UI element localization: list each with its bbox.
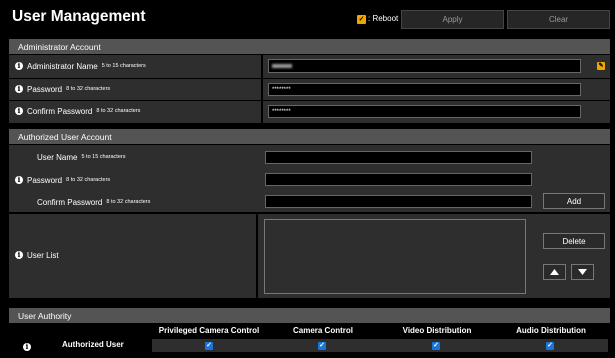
authorized-password-field[interactable] xyxy=(265,173,532,186)
authority-checkbox-row xyxy=(152,339,608,352)
info-icon: i xyxy=(15,62,23,70)
edit-icon[interactable]: ✎ xyxy=(597,62,605,70)
admin-password-label: i Password 8 to 32 characters xyxy=(15,84,110,94)
userlist-box[interactable] xyxy=(264,219,526,294)
info-icon: i xyxy=(23,343,31,351)
authorized-section-title: Authorized User Account xyxy=(18,131,112,142)
authority-section-title: User Authority xyxy=(18,310,72,321)
info-icon: i xyxy=(15,251,23,259)
apply-button[interactable]: Apply xyxy=(401,10,504,29)
authority-column-header: Audio Distribution xyxy=(516,326,586,335)
authorized-column-divider xyxy=(256,214,258,298)
reboot-checkbox[interactable]: ✓ xyxy=(357,15,366,24)
info-icon: i xyxy=(15,107,23,115)
authority-info-icon-wrap: i xyxy=(23,336,31,354)
admin-password-field[interactable]: ******** xyxy=(268,83,581,96)
admin-name-value-blurred xyxy=(272,64,292,68)
authority-column-header: Privileged Camera Control xyxy=(158,326,260,335)
video-distribution-checkbox[interactable]: ✓ xyxy=(432,342,440,350)
admin-section-title: Administrator Account xyxy=(18,41,101,52)
authority-column-header: Camera Control xyxy=(292,326,353,335)
camera-control-checkbox[interactable]: ✓ xyxy=(318,342,326,350)
authority-column-header: Video Distribution xyxy=(402,326,472,335)
move-up-button[interactable] xyxy=(543,264,566,280)
info-icon: i xyxy=(15,85,23,93)
up-triangle-icon xyxy=(550,269,559,275)
admin-name-field[interactable] xyxy=(268,59,581,73)
add-button[interactable]: Add xyxy=(543,193,605,209)
authorized-confirm-field[interactable] xyxy=(265,195,532,208)
userlist-label: i User List xyxy=(15,250,59,260)
authorized-confirm-label: Confirm Password 8 to 32 characters xyxy=(37,197,151,207)
admin-name-label: i Administrator Name 5 to 15 characters xyxy=(15,61,146,71)
down-triangle-icon xyxy=(578,269,587,275)
admin-column-divider xyxy=(261,55,263,123)
audio-distribution-checkbox[interactable]: ✓ xyxy=(546,342,554,350)
authorized-password-label: i Password 8 to 32 characters xyxy=(15,175,110,185)
username-field[interactable] xyxy=(265,151,532,164)
delete-button[interactable]: Delete xyxy=(543,233,605,249)
admin-confirm-label: i Confirm Password 8 to 32 characters xyxy=(15,106,140,116)
authorized-user-label: Authorized User xyxy=(62,340,124,349)
reboot-label: : Reboot xyxy=(368,14,399,23)
info-icon: i xyxy=(15,176,23,184)
admin-section-header: Administrator Account xyxy=(9,39,610,54)
admin-confirm-field[interactable]: ******** xyxy=(268,105,581,118)
authority-section-header: User Authority xyxy=(9,308,610,323)
authorized-section-header: Authorized User Account xyxy=(9,129,610,144)
page-title: User Management xyxy=(12,8,146,25)
privileged-camera-control-checkbox[interactable]: ✓ xyxy=(205,342,213,350)
username-label: User Name 5 to 15 characters xyxy=(37,152,126,162)
clear-button[interactable]: Clear xyxy=(507,10,610,29)
move-down-button[interactable] xyxy=(571,264,594,280)
